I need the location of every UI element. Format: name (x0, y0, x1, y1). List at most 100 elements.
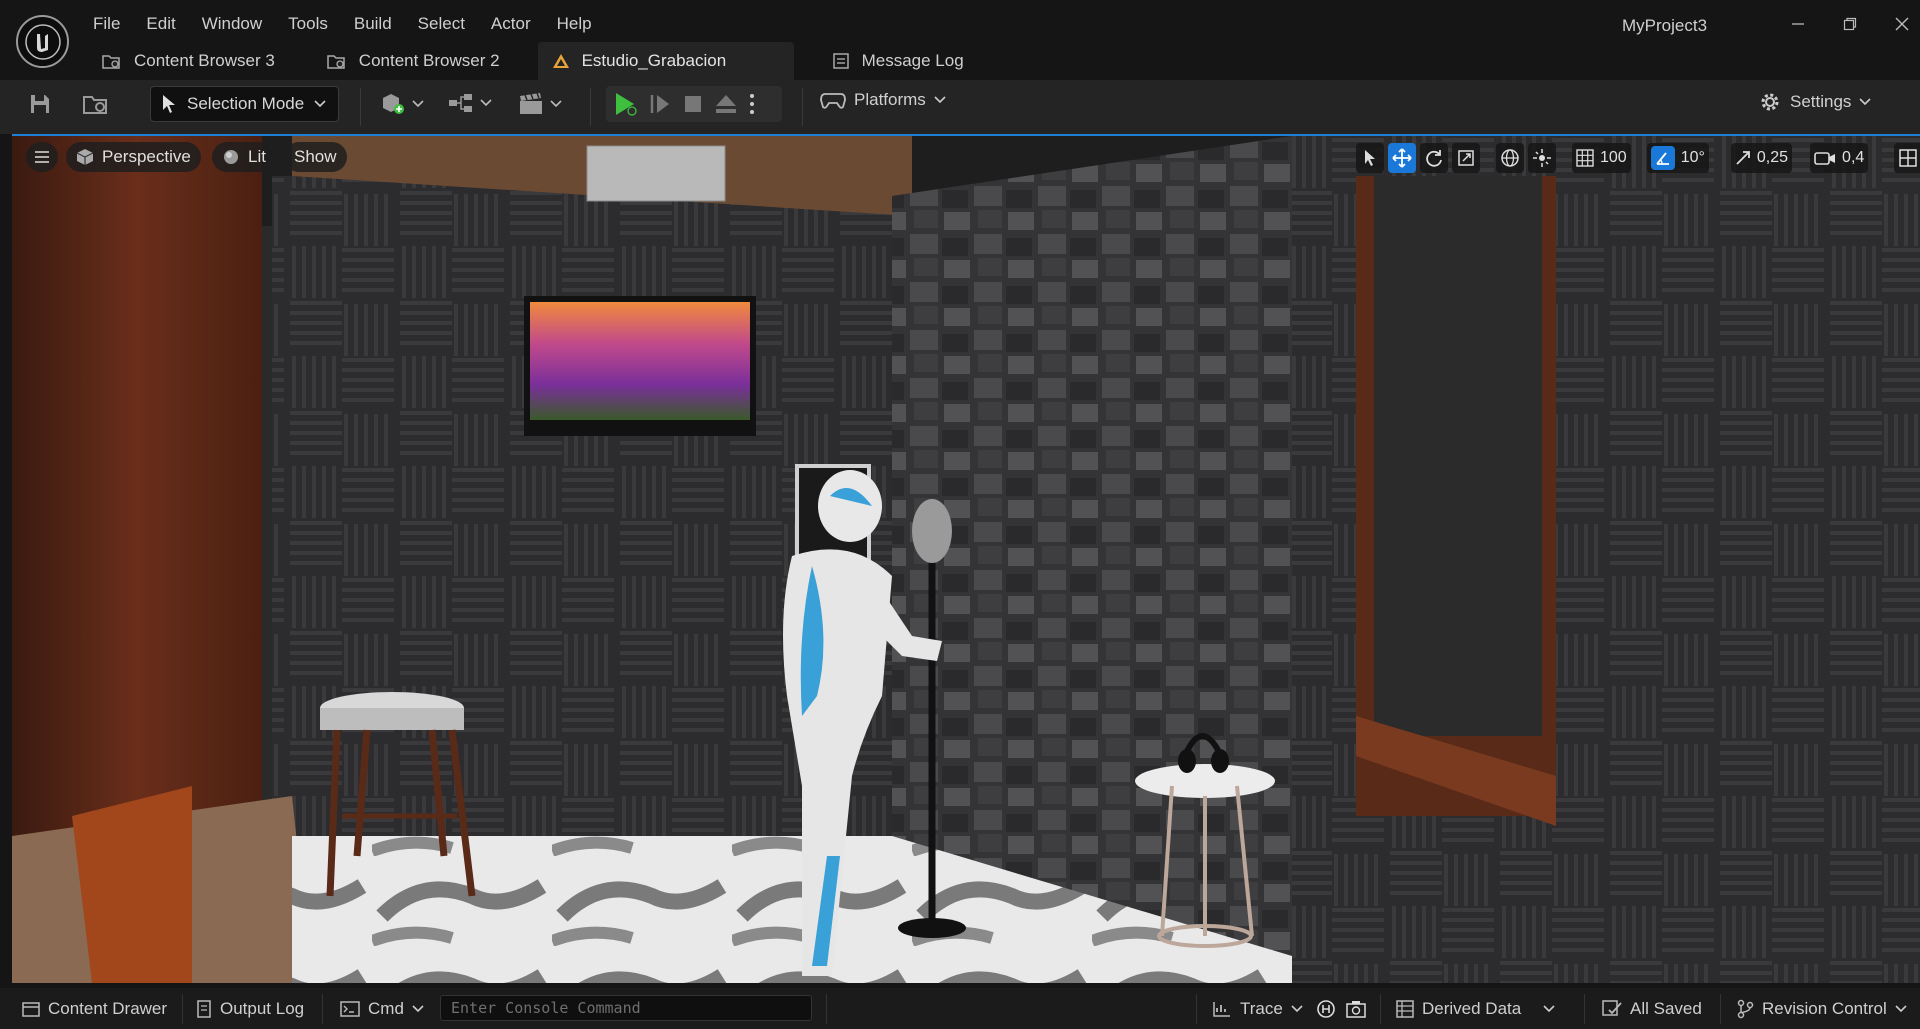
statusbar-divider (322, 994, 323, 1024)
camera-speed-button[interactable]: 0,4 (1810, 143, 1869, 173)
content-drawer-label: Content Drawer (48, 998, 168, 1018)
move-arrows-icon (1392, 148, 1412, 168)
tab-estudio-grabacion[interactable]: Estudio_Grabacion (537, 42, 794, 80)
settings-label: Settings (1790, 92, 1852, 111)
content-browser-button[interactable] (82, 92, 110, 116)
menu-select[interactable]: Select (405, 12, 478, 36)
statusbar-divider (1584, 994, 1585, 1024)
cursor-icon (1365, 150, 1375, 166)
surface-snap-icon (1533, 149, 1551, 167)
tab-message-log[interactable]: Message Log (818, 42, 978, 80)
cmd-label: Cmd (368, 998, 404, 1018)
screenshot-button[interactable] (1346, 988, 1366, 1029)
chevron-down-icon (1291, 1004, 1303, 1012)
platforms-label: Platforms (854, 90, 926, 109)
trace-label: Trace (1240, 998, 1283, 1018)
selection-mode-label: Selection Mode (187, 94, 305, 113)
eject-button[interactable] (714, 93, 738, 115)
message-log-icon (832, 53, 849, 69)
save-button[interactable] (28, 92, 52, 116)
select-tool-button[interactable] (1356, 143, 1384, 173)
rotate-tool-button[interactable] (1420, 143, 1448, 173)
surface-snapping-button[interactable] (1528, 143, 1556, 173)
cursor-icon (163, 95, 175, 113)
blueprint-button[interactable] (448, 92, 492, 114)
grid-snap-value: 100 (1600, 149, 1627, 166)
show-dropdown[interactable]: Show (284, 142, 347, 172)
revision-control-dropdown[interactable]: Revision Control (1736, 988, 1907, 1029)
unreal-logo-icon[interactable] (16, 15, 69, 68)
grid-snap-button[interactable]: 100 (1572, 143, 1631, 173)
scale-snap-button[interactable]: 0,25 (1730, 143, 1793, 173)
status-bar: Content Drawer Output Log Cmd Trace Deri… (0, 988, 1920, 1029)
tab-label: Content Browser 2 (358, 51, 500, 70)
cmd-dropdown[interactable]: Cmd (340, 988, 424, 1029)
play-icon (616, 93, 637, 116)
level-viewport[interactable] (12, 136, 1920, 983)
camera-icon (1814, 152, 1836, 165)
menu-actor[interactable]: Actor (478, 12, 544, 36)
save-all-button[interactable]: All Saved (1602, 988, 1702, 1029)
live-coding-button[interactable] (1316, 988, 1336, 1029)
world-local-toggle[interactable] (1496, 143, 1524, 173)
menu-edit[interactable]: Edit (133, 12, 188, 36)
menu-window[interactable]: Window (189, 12, 275, 36)
statusbar-divider (182, 994, 183, 1024)
drawer-icon (22, 1001, 40, 1017)
add-actor-button[interactable] (380, 92, 424, 116)
revision-control-label: Revision Control (1762, 998, 1887, 1018)
close-window-button[interactable] (1882, 10, 1920, 38)
level-icon (552, 54, 569, 68)
statusbar-divider (1196, 994, 1197, 1024)
play-button[interactable] (612, 91, 638, 117)
translate-tool-button[interactable] (1388, 143, 1416, 173)
chevron-down-icon (550, 100, 562, 108)
derived-data-dropdown[interactable]: Derived Data (1396, 988, 1555, 1029)
layout-grid-icon (1899, 149, 1918, 167)
settings-dropdown[interactable]: Settings (1758, 90, 1872, 114)
camera-speed-value: 0,4 (1842, 149, 1865, 166)
globe-icon (1501, 149, 1519, 167)
viewport-layout-button[interactable] (1894, 143, 1920, 173)
play-options-button[interactable] (748, 92, 756, 116)
tab-content-browser-2[interactable]: Content Browser 2 (313, 42, 514, 80)
derived-data-label: Derived Data (1422, 998, 1522, 1018)
minimize-button[interactable] (1778, 10, 1818, 38)
output-log-icon (197, 999, 211, 1018)
view-mode-dropdown[interactable]: Lit (212, 142, 276, 172)
document-tabs: Content Browser 3 Content Browser 2 Estu… (88, 42, 1002, 80)
branch-icon (1737, 999, 1754, 1018)
project-name: MyProject3 (1622, 16, 1708, 35)
browse-icon (83, 96, 107, 114)
terminal-icon (340, 1000, 360, 1017)
selection-mode-dropdown[interactable]: Selection Mode (150, 86, 339, 122)
menu-tools[interactable]: Tools (275, 12, 341, 36)
scale-snap-value: 0,25 (1756, 149, 1789, 166)
menu-build[interactable]: Build (341, 12, 405, 36)
save-icon (31, 95, 49, 113)
chevron-down-icon (1859, 98, 1872, 106)
scale-tool-button[interactable] (1452, 143, 1480, 173)
stop-button[interactable] (682, 93, 704, 115)
show-label: Show (294, 147, 337, 166)
platforms-dropdown[interactable]: Platforms (820, 90, 946, 110)
rotation-snap-button[interactable]: 10° (1646, 143, 1709, 173)
viewport-options-button[interactable] (26, 142, 58, 172)
restore-button[interactable] (1830, 10, 1870, 38)
menu-help[interactable]: Help (544, 12, 605, 36)
viewport-scene[interactable] (12, 136, 1920, 983)
console-command-input[interactable] (440, 995, 812, 1021)
perspective-dropdown[interactable]: Perspective (66, 142, 201, 172)
output-log-button[interactable]: Output Log (196, 988, 304, 1029)
cinematics-button[interactable] (518, 92, 562, 116)
statusbar-divider (826, 994, 827, 1024)
content-drawer-button[interactable]: Content Drawer (22, 988, 167, 1029)
tab-content-browser-3[interactable]: Content Browser 3 (88, 42, 289, 80)
tab-label: Message Log (861, 51, 964, 70)
menu-file[interactable]: File (80, 12, 133, 36)
advance-frame-button[interactable] (648, 93, 672, 115)
rotation-snap-value: 10° (1680, 149, 1705, 166)
gear-icon (1761, 93, 1779, 111)
chevron-down-icon (1543, 1004, 1555, 1012)
trace-dropdown[interactable]: Trace (1212, 988, 1303, 1029)
